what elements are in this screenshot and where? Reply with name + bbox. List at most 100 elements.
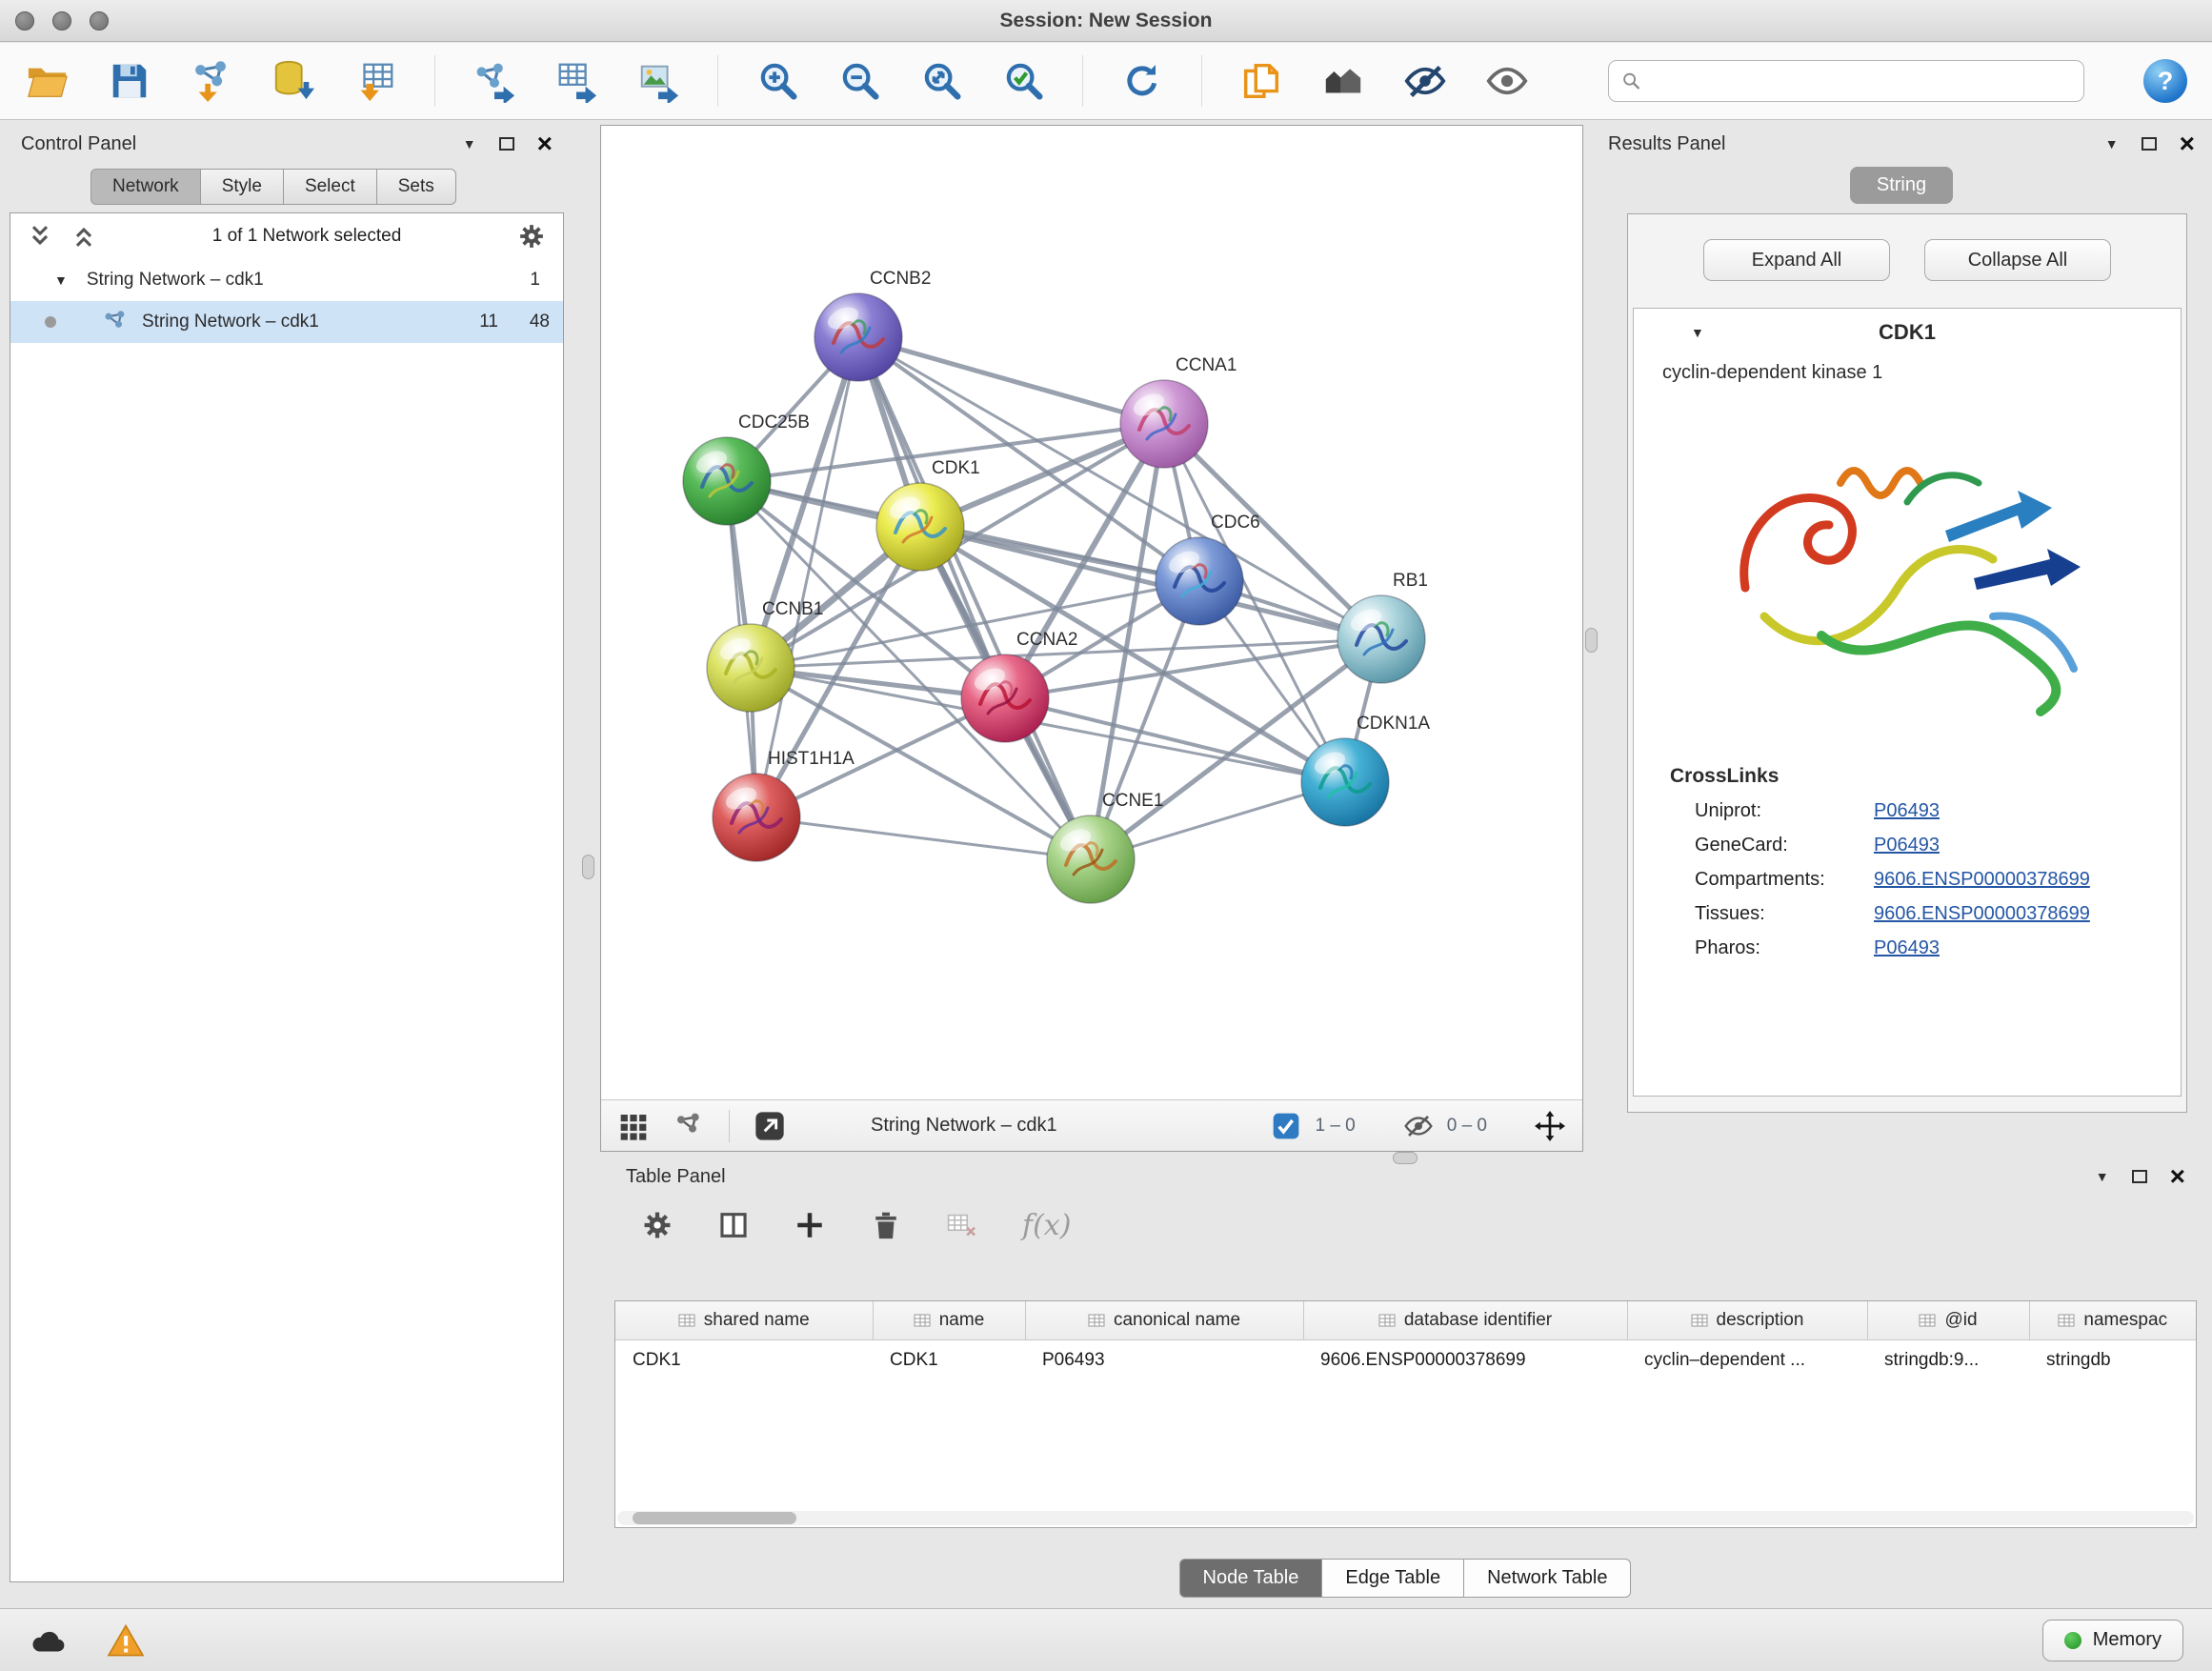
- panel-float-icon[interactable]: [2132, 1170, 2147, 1183]
- graphics-details-button[interactable]: [1402, 58, 1448, 104]
- column-type-icon: [678, 1313, 695, 1328]
- zoom-fit-button[interactable]: [918, 58, 964, 104]
- panel-close-icon[interactable]: ×: [2170, 1163, 2185, 1190]
- show-columns-icon[interactable]: [717, 1209, 750, 1241]
- network-view-icon[interactable]: [674, 1111, 704, 1141]
- network-edge: [756, 337, 858, 817]
- duplicate-network-button[interactable]: [1238, 58, 1284, 104]
- splitter-handle[interactable]: [582, 855, 594, 879]
- function-builder-button[interactable]: f(x): [1022, 1209, 1071, 1242]
- scrollbar-thumb[interactable]: [633, 1512, 796, 1524]
- crosshair-icon[interactable]: [1535, 1111, 1565, 1141]
- delete-table-icon-disabled[interactable]: [946, 1209, 978, 1241]
- table-options-gear-icon[interactable]: [641, 1209, 674, 1241]
- column-header-database-identifier[interactable]: database identifier: [1303, 1301, 1627, 1339]
- import-network-file-button[interactable]: [189, 58, 234, 104]
- column-header-id[interactable]: @id: [1867, 1301, 2029, 1339]
- selected-checkbox-icon[interactable]: [1271, 1111, 1301, 1141]
- tab-select[interactable]: Select: [284, 169, 377, 205]
- import-table-button[interactable]: [352, 58, 398, 104]
- splitter-handle[interactable]: [1585, 628, 1598, 653]
- tab-sets[interactable]: Sets: [377, 169, 456, 205]
- gene-section-header[interactable]: ▼ CDK1: [1634, 309, 2181, 356]
- hidden-eye-icon[interactable]: [1403, 1111, 1434, 1141]
- column-header-namespace[interactable]: namespac: [2029, 1301, 2196, 1339]
- zoom-selected-button[interactable]: [1000, 58, 1046, 104]
- tissues-link[interactable]: 9606.ENSP00000378699: [1874, 903, 2090, 925]
- home-button[interactable]: [1320, 58, 1366, 104]
- delete-column-icon[interactable]: [870, 1209, 902, 1241]
- splitter-handle[interactable]: [1393, 1152, 1418, 1164]
- network-node-CCNA1[interactable]: CCNA1: [1120, 355, 1237, 468]
- network-canvas[interactable]: CCNB2CCNA1CDC25BCDK1CDC6RB1CCNB1CCNA2CDK…: [601, 126, 1582, 1099]
- add-column-icon[interactable]: [794, 1209, 826, 1241]
- column-type-icon: [1088, 1313, 1105, 1328]
- network-node-RB1[interactable]: RB1: [1337, 571, 1428, 683]
- tab-string[interactable]: String: [1850, 167, 1953, 204]
- panel-float-icon[interactable]: [499, 137, 514, 151]
- open-session-button[interactable]: [25, 58, 70, 104]
- column-header-canonical-name[interactable]: canonical name: [1025, 1301, 1303, 1339]
- pharos-link[interactable]: P06493: [1874, 937, 1940, 959]
- tab-edge-table[interactable]: Edge Table: [1321, 1559, 1464, 1598]
- string-results-container: Expand All Collapse All ▼ CDK1 cyclin-de…: [1627, 213, 2187, 1113]
- export-image-button[interactable]: [635, 58, 681, 104]
- export-network-button[interactable]: [472, 58, 517, 104]
- table-header-row: shared name name canonical name database…: [615, 1301, 2196, 1339]
- network-node-CCNB2[interactable]: CCNB2: [814, 269, 931, 381]
- network-node-CDC25B[interactable]: CDC25B: [683, 413, 810, 525]
- panel-float-icon[interactable]: [2142, 137, 2157, 151]
- zoom-in-button[interactable]: [754, 58, 800, 104]
- minimize-window-button[interactable]: [52, 11, 71, 30]
- grid-view-icon[interactable]: [618, 1111, 649, 1141]
- close-window-button[interactable]: [15, 11, 34, 30]
- panel-menu-icon[interactable]: ▼: [2105, 136, 2119, 151]
- expand-all-icon[interactable]: [28, 223, 52, 250]
- tab-style[interactable]: Style: [201, 169, 284, 205]
- memory-button[interactable]: Memory: [2042, 1620, 2183, 1661]
- table-row[interactable]: CDK1 CDK1 P06493 9606.ENSP00000378699 cy…: [615, 1339, 2196, 1381]
- expand-all-button[interactable]: Expand All: [1703, 239, 1890, 281]
- tab-network[interactable]: Network: [90, 169, 201, 205]
- tab-network-table[interactable]: Network Table: [1463, 1559, 1631, 1598]
- zoom-out-button[interactable]: [836, 58, 882, 104]
- search-input[interactable]: [1651, 70, 2072, 91]
- maximize-window-button[interactable]: [90, 11, 109, 30]
- save-session-button[interactable]: [107, 58, 152, 104]
- detach-view-icon[interactable]: [754, 1111, 785, 1141]
- panel-close-icon[interactable]: ×: [537, 131, 553, 157]
- column-header-name[interactable]: name: [873, 1301, 1025, 1339]
- network-node-CDKN1A[interactable]: CDKN1A: [1301, 714, 1430, 826]
- zoom-out-icon: [837, 59, 881, 103]
- column-header-description[interactable]: description: [1627, 1301, 1867, 1339]
- column-header-shared-name[interactable]: shared name: [615, 1301, 873, 1339]
- tab-node-table[interactable]: Node Table: [1179, 1559, 1323, 1598]
- genecard-link[interactable]: P06493: [1874, 835, 1940, 856]
- column-type-icon: [1378, 1313, 1396, 1328]
- network-collection-row[interactable]: ▼ String Network – cdk1 1: [10, 259, 563, 301]
- network-row-selected[interactable]: String Network – cdk1 11 48: [10, 301, 563, 343]
- warnings-button[interactable]: [107, 1623, 145, 1658]
- panel-menu-icon[interactable]: ▼: [463, 136, 476, 151]
- collapse-all-button[interactable]: Collapse All: [1924, 239, 2111, 281]
- disclosure-triangle-icon[interactable]: ▼: [54, 272, 68, 288]
- network-node-HIST1H1A[interactable]: HIST1H1A: [713, 749, 855, 861]
- network-status-dot: [45, 316, 56, 328]
- collapse-all-icon[interactable]: [71, 223, 96, 250]
- compartments-link[interactable]: 9606.ENSP00000378699: [1874, 869, 2090, 891]
- cell-shared-name: CDK1: [615, 1339, 873, 1381]
- export-table-button[interactable]: [553, 58, 599, 104]
- disclosure-triangle-icon[interactable]: ▼: [1691, 325, 1704, 340]
- import-network-database-button[interactable]: [271, 58, 316, 104]
- cloud-button[interactable]: [29, 1623, 67, 1658]
- help-button[interactable]: ?: [2143, 59, 2187, 103]
- search-box[interactable]: [1608, 60, 2084, 102]
- refresh-button[interactable]: [1119, 58, 1165, 104]
- panel-close-icon[interactable]: ×: [2180, 131, 2195, 157]
- panel-menu-icon[interactable]: ▼: [2096, 1169, 2109, 1184]
- gear-icon[interactable]: [517, 222, 546, 251]
- birds-eye-view-button[interactable]: [1484, 58, 1530, 104]
- horizontal-scrollbar[interactable]: [617, 1511, 2194, 1525]
- network-node-CCNB1[interactable]: CCNB1: [707, 599, 823, 712]
- uniprot-link[interactable]: P06493: [1874, 800, 1940, 822]
